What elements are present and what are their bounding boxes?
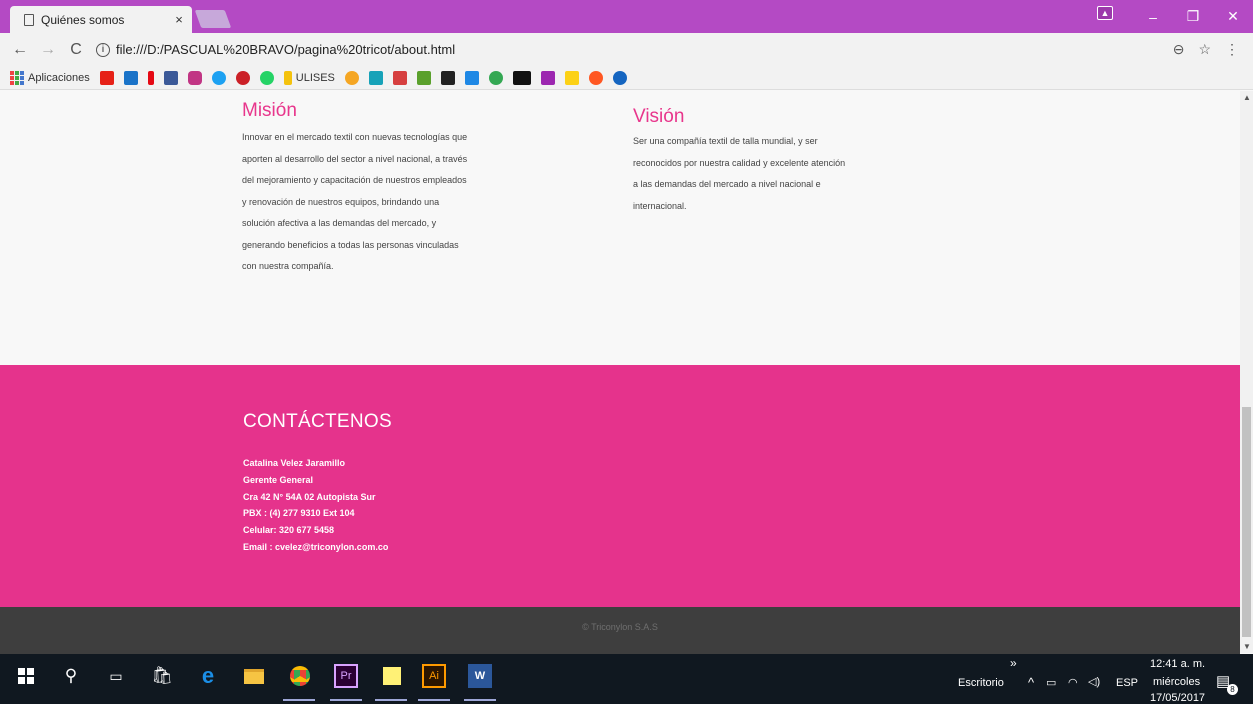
mision-section: Misión Innovar en el mercado textil con … bbox=[242, 100, 472, 278]
whatsapp-icon[interactable] bbox=[259, 70, 274, 85]
facebook-icon[interactable] bbox=[163, 70, 178, 85]
notification-count: 8 bbox=[1227, 684, 1238, 695]
file-explorer-icon[interactable] bbox=[242, 664, 266, 688]
clock-day: miércoles bbox=[1153, 676, 1201, 688]
pinterest-icon[interactable] bbox=[235, 70, 250, 85]
premiere-icon[interactable]: Pr bbox=[334, 664, 358, 688]
store-icon[interactable]: 🛍 bbox=[150, 664, 174, 688]
minimize-button[interactable]: – bbox=[1133, 0, 1173, 33]
profile-icon[interactable]: ▲ bbox=[1097, 6, 1113, 20]
url-text: file:///D:/PASCUAL%20BRAVO/pagina%20tric… bbox=[116, 42, 456, 57]
task-view-icon[interactable]: ▭ bbox=[104, 664, 128, 688]
contact-address: Cra 42 N° 54A 02 Autopista Sur bbox=[243, 491, 376, 502]
opera-icon[interactable] bbox=[612, 70, 627, 85]
bookmarks-bar: Aplicaciones ULISES bbox=[0, 66, 1253, 90]
contact-name: Catalina Velez Jaramillo bbox=[243, 458, 346, 468]
contact-email[interactable]: Email : cvelez@triconylon.com.co bbox=[243, 539, 388, 556]
apps-label: Aplicaciones bbox=[28, 71, 90, 84]
taskbar: ⚲ ▭ 🛍 e Pr Ai W » Escritorio ^ ▭ ◠ ◁) ES… bbox=[0, 654, 1253, 704]
ulises-label: ULISES bbox=[295, 71, 335, 84]
sticky-active-indicator bbox=[375, 699, 407, 701]
bookmark-icon[interactable] bbox=[344, 70, 359, 85]
windows-start-icon[interactable] bbox=[14, 664, 38, 688]
mision-text: Innovar en el mercado textil con nuevas … bbox=[242, 132, 468, 271]
clock-date: 17/05/2017 bbox=[1150, 692, 1206, 704]
edge-icon[interactable]: e bbox=[196, 663, 220, 688]
apps-bookmark[interactable]: Aplicaciones bbox=[10, 70, 90, 85]
vision-section: Visión Ser una compañía textil de talla … bbox=[633, 106, 848, 217]
word-icon[interactable]: W bbox=[468, 664, 492, 688]
star-icon[interactable]: ☆ bbox=[1198, 41, 1211, 58]
browser-titlebar: Quiénes somos × ▲ – ❐ ✕ bbox=[0, 0, 1253, 33]
sticky-notes-icon[interactable] bbox=[380, 664, 404, 688]
ct-icon[interactable] bbox=[512, 70, 531, 85]
word-active-indicator bbox=[464, 699, 496, 701]
tab-close-button[interactable]: × bbox=[170, 12, 188, 27]
volume-icon[interactable]: ◁) bbox=[1088, 675, 1100, 688]
chart-icon[interactable] bbox=[392, 70, 407, 85]
m-icon[interactable] bbox=[440, 70, 455, 85]
apps-grid-icon bbox=[10, 70, 24, 85]
new-tab-button[interactable] bbox=[194, 10, 232, 28]
close-window-button[interactable]: ✕ bbox=[1213, 0, 1253, 33]
mision-title: Misión bbox=[242, 100, 297, 121]
ulises-bookmark[interactable]: ULISES bbox=[283, 70, 335, 85]
page-content bbox=[0, 91, 1240, 365]
url-field[interactable]: i file:///D:/PASCUAL%20BRAVO/pagina%20tr… bbox=[96, 42, 1173, 57]
battery-icon[interactable]: ▭ bbox=[1046, 676, 1056, 689]
instagram-icon[interactable] bbox=[187, 70, 202, 85]
scrollbar[interactable]: ▲ ▼ bbox=[1240, 91, 1253, 653]
document-icon bbox=[24, 13, 34, 26]
scrollbar-thumb[interactable] bbox=[1242, 407, 1251, 637]
reload-icon[interactable]: C bbox=[62, 41, 90, 59]
chrome-active-indicator bbox=[283, 699, 315, 701]
illustrator-active-indicator bbox=[418, 699, 450, 701]
contact-title: CONTÁCTENOS bbox=[243, 411, 392, 432]
address-bar: ← → C i file:///D:/PASCUAL%20BRAVO/pagin… bbox=[0, 33, 1253, 66]
contact-section: CONTÁCTENOS Catalina Velez Jaramillo Ger… bbox=[0, 365, 1240, 607]
check-icon[interactable] bbox=[416, 70, 431, 85]
vision-text: Ser una compañía textil de talla mundial… bbox=[633, 136, 846, 211]
tray-expand-icon[interactable]: ^ bbox=[1028, 675, 1034, 690]
outlook-icon[interactable] bbox=[123, 70, 138, 85]
contact-pbx: PBX : (4) 277 9310 Ext 104 bbox=[243, 508, 355, 519]
email-icon[interactable] bbox=[368, 70, 383, 85]
c-icon[interactable] bbox=[464, 70, 479, 85]
scroll-down-icon[interactable]: ▼ bbox=[1243, 642, 1251, 651]
restore-button[interactable]: ❐ bbox=[1173, 0, 1213, 33]
footer: © Triconylon S.A.S bbox=[0, 607, 1240, 654]
forward-icon[interactable]: → bbox=[34, 41, 62, 59]
twitter-icon[interactable] bbox=[211, 70, 226, 85]
footer-copyright: © Triconylon S.A.S bbox=[582, 622, 658, 632]
g-icon[interactable] bbox=[488, 70, 503, 85]
flag-icon[interactable] bbox=[564, 70, 579, 85]
clock-time[interactable]: 12:41 a. m. bbox=[1150, 658, 1205, 670]
toolbar-chevron[interactable]: » bbox=[1010, 656, 1017, 670]
contact-role: Gerente General bbox=[243, 474, 314, 485]
v-icon[interactable] bbox=[540, 70, 555, 85]
premiere-active-indicator bbox=[330, 699, 362, 701]
tab-title: Quiénes somos bbox=[41, 12, 125, 27]
search-icon[interactable]: ⚲ bbox=[59, 664, 83, 688]
info-icon[interactable]: i bbox=[96, 42, 110, 57]
chrome-icon[interactable] bbox=[288, 664, 312, 688]
scroll-up-icon[interactable]: ▲ bbox=[1243, 93, 1251, 102]
zoom-icon[interactable]: ⊖ bbox=[1173, 41, 1185, 58]
ulises-icon bbox=[283, 70, 292, 85]
illustrator-icon[interactable]: Ai bbox=[422, 664, 446, 688]
circle-icon[interactable] bbox=[588, 70, 603, 85]
back-icon[interactable]: ← bbox=[6, 41, 34, 59]
language-indicator[interactable]: ESP bbox=[1116, 677, 1138, 689]
netflix-icon[interactable] bbox=[147, 70, 154, 85]
browser-tab[interactable]: Quiénes somos × bbox=[10, 6, 192, 33]
wifi-icon[interactable]: ◠ bbox=[1068, 676, 1078, 689]
menu-icon[interactable]: ⋮ bbox=[1225, 41, 1239, 58]
youtube-icon[interactable] bbox=[99, 70, 114, 85]
contact-cell: Celular: 320 677 5458 bbox=[243, 525, 335, 536]
desktop-toolbar-label[interactable]: Escritorio bbox=[958, 677, 1004, 689]
vision-title: Visión bbox=[633, 106, 685, 127]
